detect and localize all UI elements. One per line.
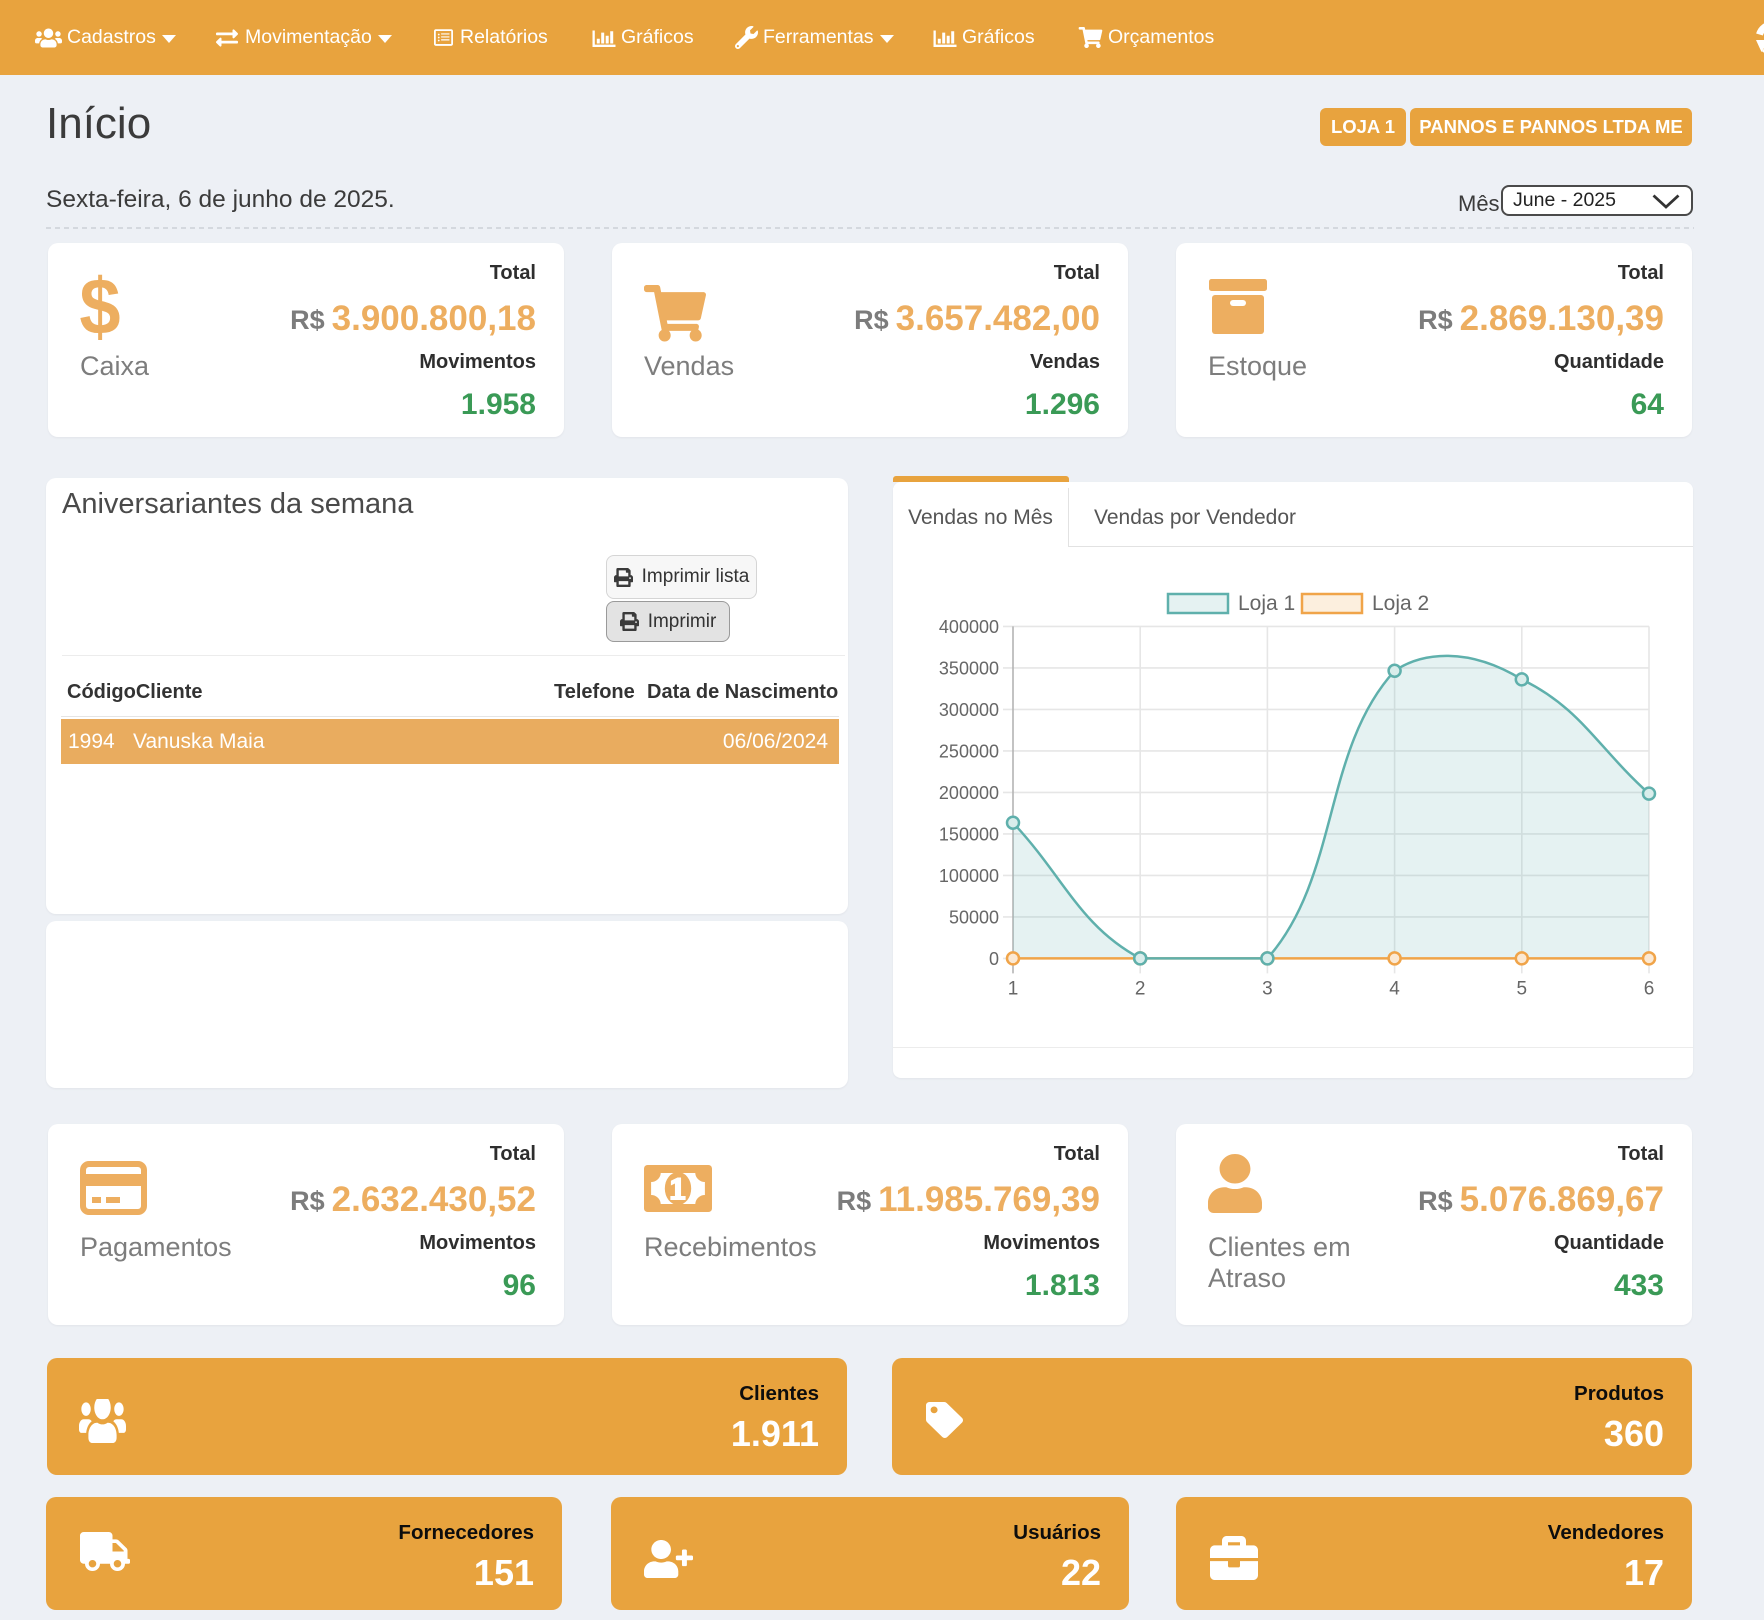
svg-text:Loja 1: Loja 1	[1238, 592, 1295, 615]
svg-text:4: 4	[1389, 978, 1400, 999]
svg-text:3: 3	[1262, 978, 1273, 999]
svg-text:350000: 350000	[939, 658, 999, 678]
svg-text:400000: 400000	[939, 617, 999, 637]
svg-text:1: 1	[1008, 978, 1019, 999]
svg-text:6: 6	[1644, 978, 1655, 999]
svg-text:Loja 2: Loja 2	[1372, 592, 1429, 615]
svg-text:$: $	[80, 271, 120, 349]
svg-text:200000: 200000	[939, 783, 999, 803]
svg-text:300000: 300000	[939, 700, 999, 720]
svg-text:150000: 150000	[939, 824, 999, 844]
svg-text:50000: 50000	[949, 907, 999, 927]
svg-text:0: 0	[989, 949, 999, 969]
svg-text:2: 2	[1135, 978, 1146, 999]
svg-text:5: 5	[1517, 978, 1528, 999]
svg-text:250000: 250000	[939, 741, 999, 761]
svg-text:100000: 100000	[939, 866, 999, 886]
